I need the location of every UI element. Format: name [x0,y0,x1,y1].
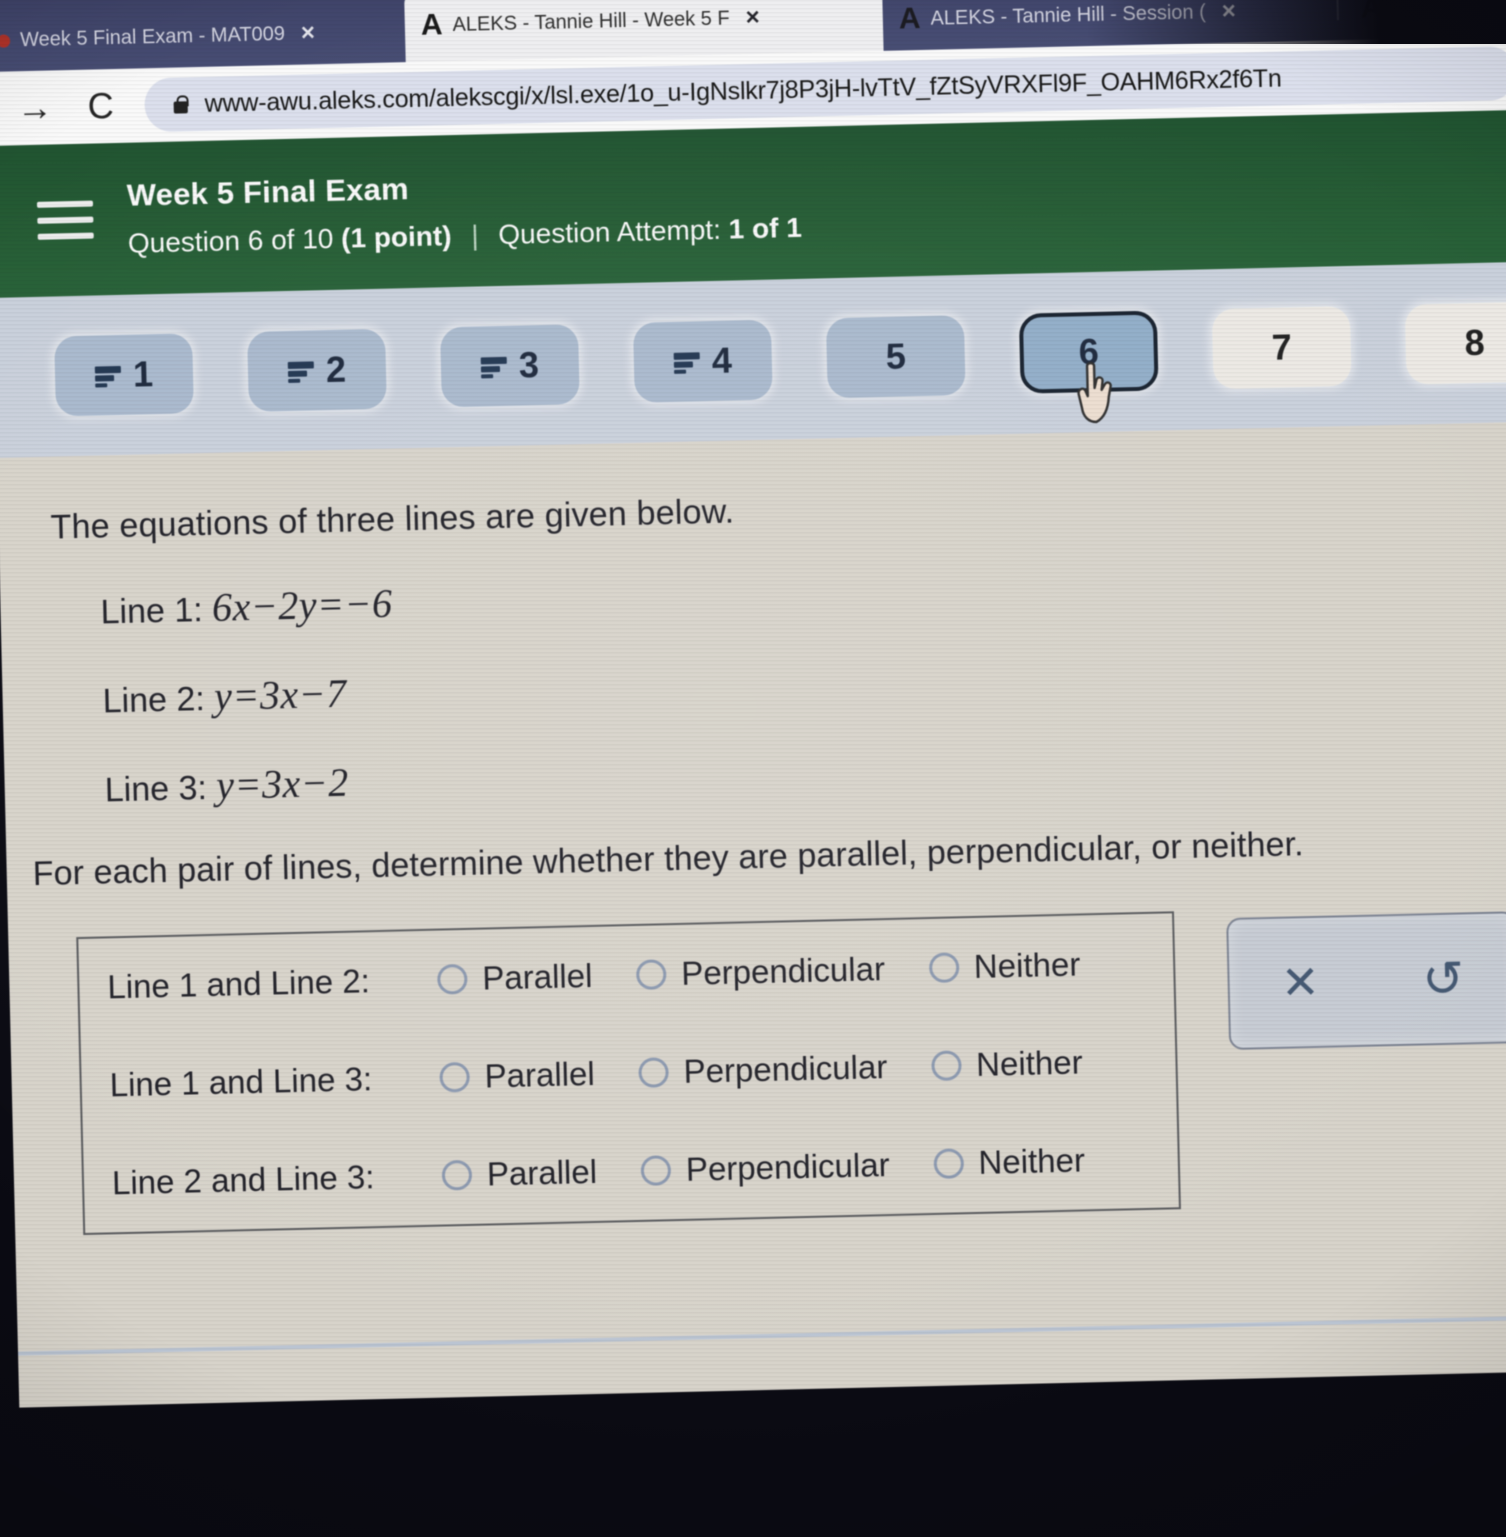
url-text: www-awu.aleks.com/alekscgi/x/lsl.exe/1o_… [204,64,1282,118]
aleks-a-favicon: A [420,8,443,42]
answered-notes-icon [287,359,317,383]
answered-notes-icon [480,355,510,379]
attempt-label: Question Attempt: [497,213,722,250]
option-label: Neither [978,1141,1086,1181]
hamburger-line [37,216,94,224]
close-icon[interactable]: × [1221,0,1236,26]
screen-photo: Week 5 Final Exam - MAT009 × A ALEKS - T… [0,0,1506,1537]
equation-item: Line 2: y=3x−7 [102,642,1506,723]
option-label: Perpendicular [680,950,886,992]
equation-expression: y=3x−7 [213,670,348,719]
question-nav-item-3[interactable]: 3 [439,324,580,408]
tab-title: Week 5 Final Exam - MAT009 [19,22,286,51]
question-nav-item-2[interactable]: 2 [247,328,387,412]
hamburger-line [37,232,94,240]
close-icon[interactable]: × [745,4,760,32]
option-label: Perpendicular [685,1146,890,1188]
tab-title: ALEKS - Tannie Hill - Session ( [930,0,1207,30]
equation-item: Line 1: 6x−2y=−6 [100,553,1506,634]
question-nav-number: 1 [132,353,154,395]
option-label: Parallel [486,1152,598,1193]
equation-expression: y=3x−2 [215,759,350,808]
option-neither[interactable]: Neither [928,945,1081,987]
aleks-a-favicon: A [1360,0,1383,25]
red-dot-favicon [0,33,11,48]
reload-icon[interactable]: C [78,85,123,127]
answer-table: Line 1 and Line 2: Parallel Perpendicula… [76,911,1181,1236]
question-nav-item-1[interactable]: 1 [54,333,194,417]
tab-title: ALEKS [1392,0,1458,19]
answered-notes-icon [94,364,124,388]
option-label: Neither [973,945,1081,985]
hamburger-icon[interactable] [36,191,94,250]
answered-notes-icon [673,350,703,374]
radio-button[interactable] [636,959,667,990]
browser-tab-3[interactable]: A ALEKS [1344,0,1472,40]
option-label: Parallel [484,1054,596,1095]
question-nav-item-4[interactable]: 4 [632,319,773,403]
question-counter: Question 6 of 10 [127,222,334,259]
question-nav-number: 7 [1271,326,1293,368]
radio-button[interactable] [436,963,468,995]
answer-tools-panel: ✕ ↺ [1226,911,1506,1051]
question-prompt: The equations of three lines are given b… [50,492,735,547]
option-label: Perpendicular [683,1048,888,1090]
question-nav-number: 3 [518,344,540,386]
option-parallel[interactable]: Parallel [436,956,593,999]
tab-divider [1336,0,1339,21]
equation-expression: 6x−2y=−6 [211,580,394,630]
equation-label: Line 1: [100,591,204,632]
clear-icon[interactable]: ✕ [1280,956,1320,1009]
question-nav-item-7[interactable]: 7 [1211,305,1352,390]
equation-label: Line 3: [104,769,208,810]
aleks-a-favicon: A [898,1,921,36]
radio-button[interactable] [638,1057,670,1088]
row-label: Line 2 and Line 3: [111,1158,375,1202]
question-nav-item-8[interactable]: 8 [1404,301,1506,385]
option-label: Neither [975,1043,1083,1083]
hamburger-line [36,200,94,208]
row-label: Line 1 and Line 3: [109,1060,373,1104]
option-neither[interactable]: Neither [930,1043,1083,1085]
attempt-value: 1 of 1 [728,211,803,245]
radio-button[interactable] [640,1155,672,1186]
undo-icon[interactable]: ↺ [1422,950,1465,1007]
answer-area: Line 1 and Line 2: Parallel Perpendicula… [8,902,1506,1236]
radio-button[interactable] [930,1050,962,1082]
radio-button[interactable] [441,1159,473,1191]
horizontal-divider [17,1315,1506,1356]
option-perpendicular[interactable]: Perpendicular [638,1048,888,1092]
option-perpendicular[interactable]: Perpendicular [636,950,885,994]
question-nav-number: 6 [1078,330,1100,373]
tab-title: ALEKS - Tannie Hill - Week 5 F [452,6,730,36]
equation-item: Line 3: y=3x−2 [104,731,1506,812]
option-parallel[interactable]: Parallel [441,1152,598,1195]
question-nav-item-6[interactable]: 6 [1018,310,1159,394]
option-perpendicular[interactable]: Perpendicular [640,1146,890,1190]
radio-button[interactable] [928,952,960,984]
row-label: Line 1 and Line 2: [106,962,371,1006]
question-instruction: For each pair of lines, determine whethe… [32,825,1305,894]
option-parallel[interactable]: Parallel [439,1055,595,1097]
radio-button[interactable] [933,1148,964,1179]
lock-icon [172,94,188,114]
question-nav-number: 8 [1464,321,1486,364]
question-nav-number: 4 [711,339,733,381]
question-nav-item-5[interactable]: 5 [825,315,966,399]
close-icon[interactable]: × [301,19,316,47]
question-points: (1 point) [340,220,452,254]
equation-list: Line 1: 6x−2y=−6 Line 2: y=3x−7 Line 3: … [0,553,1506,814]
forward-icon[interactable]: → [12,86,57,128]
radio-button[interactable] [439,1061,471,1093]
equation-label: Line 2: [102,680,206,721]
question-nav-number: 2 [325,348,347,391]
option-label: Parallel [481,956,593,997]
page-title: Week 5 Final Exam [126,171,410,214]
browser-window: Week 5 Final Exam - MAT009 × A ALEKS - T… [0,0,1506,1537]
browser-tab-0[interactable]: Week 5 Final Exam - MAT009 × [0,0,406,72]
header-separator: | [470,219,479,251]
question-content: The equations of three lines are given b… [0,421,1506,1408]
question-nav-number: 5 [885,335,907,377]
option-neither[interactable]: Neither [933,1141,1085,1183]
